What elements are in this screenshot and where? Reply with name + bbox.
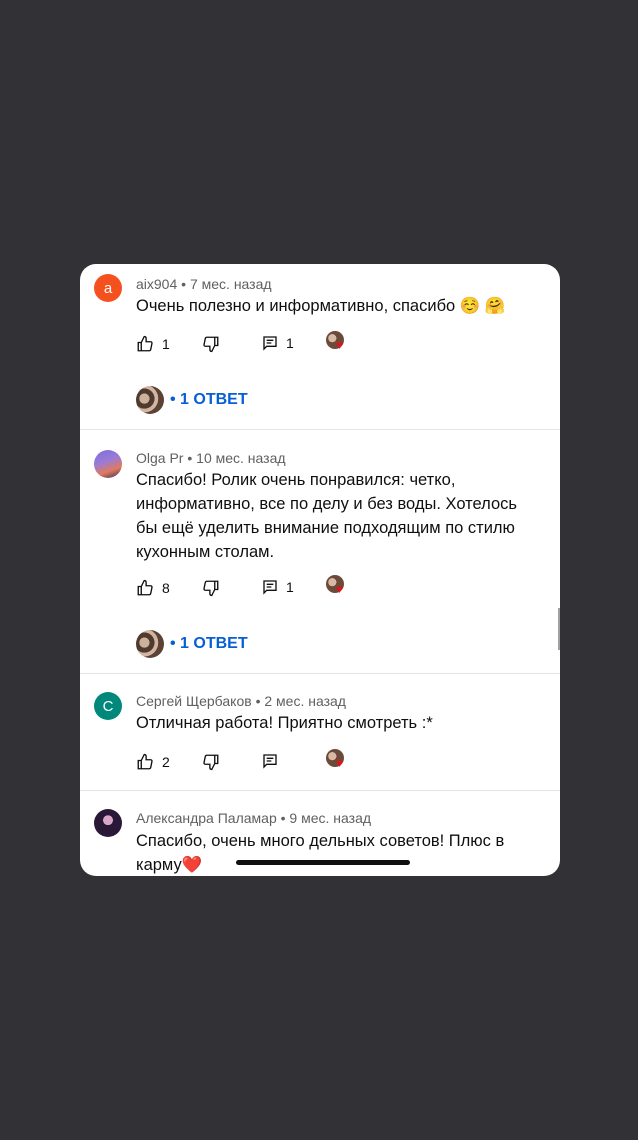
comment-text: Спасибо, очень много дельных советов! Пл… [136, 832, 505, 874]
divider [80, 673, 560, 674]
home-indicator[interactable] [236, 860, 410, 865]
creator-heart-badge: ♥ [326, 575, 348, 597]
thumbs-down-icon [203, 580, 219, 597]
comment-time[interactable]: 10 мес. назад [196, 450, 285, 466]
view-replies-button[interactable]: • 1 ОТВЕТ [136, 630, 248, 658]
like-button[interactable]: 8 [136, 579, 170, 597]
comment-meta: Сергей Щербаков • 2 мес. назад [136, 693, 346, 709]
comment-text: Спасибо! Ролик очень понравился: четко, … [136, 471, 517, 561]
avatar[interactable]: С [94, 692, 122, 720]
comment-text: Отличная работа! Приятно смотреть :* [136, 714, 433, 732]
heart-icon: ♥ [336, 756, 344, 770]
like-count: 1 [162, 336, 170, 352]
scrollbar[interactable] [558, 608, 560, 650]
thumbs-down-icon [203, 754, 219, 771]
view-replies-label: • 1 ОТВЕТ [170, 635, 248, 652]
comment-author[interactable]: Сергей Щербаков [136, 693, 252, 709]
like-count: 8 [162, 580, 170, 596]
avatar[interactable] [94, 450, 122, 478]
creator-heart-badge: ♥ [326, 331, 348, 353]
view-replies-label: • 1 ОТВЕТ [170, 391, 248, 408]
like-count: 2 [162, 754, 170, 770]
view-replies-button[interactable]: • 1 ОТВЕТ [136, 386, 248, 414]
comment-meta: Olga Pr • 10 мес. назад [136, 450, 286, 466]
reply-button[interactable]: 1 [262, 335, 294, 351]
heart-icon: ♥ [336, 582, 344, 596]
avatar[interactable]: a [94, 274, 122, 302]
divider [80, 790, 560, 791]
comment-author[interactable]: Olga Pr [136, 450, 183, 466]
comment-icon [263, 336, 277, 351]
avatar[interactable] [94, 809, 122, 837]
heart-icon: ♥ [336, 338, 344, 352]
comment-time[interactable]: 9 мес. назад [289, 810, 371, 826]
reply-count: 1 [286, 579, 294, 595]
comment-time[interactable]: 2 мес. назад [264, 693, 346, 709]
comment-icon [263, 754, 277, 769]
comment-time[interactable]: 7 мес. назад [190, 276, 272, 292]
comment-actions: 1 1 ♥ [136, 331, 536, 355]
comment-actions: 8 1 ♥ [136, 575, 536, 599]
dislike-button[interactable] [202, 335, 220, 353]
comment-text: Очень полезно и информативно, спасибо ☺️… [136, 297, 506, 315]
thumbs-down-icon [203, 336, 219, 353]
comments-panel: a aix904 • 7 мес. назад Очень полезно и … [80, 264, 560, 876]
comment-meta: Александра Паламар • 9 мес. назад [136, 810, 372, 826]
reply-count: 1 [286, 335, 294, 351]
thumbs-up-icon [137, 579, 153, 596]
creator-heart-badge: ♥ [326, 749, 348, 771]
thumbs-up-icon [137, 753, 153, 770]
like-button[interactable]: 2 [136, 753, 170, 771]
reply-button[interactable]: 1 [262, 579, 294, 595]
comment-author[interactable]: Александра Паламар [136, 810, 277, 826]
dislike-button[interactable] [202, 579, 220, 597]
comment-icon [263, 580, 277, 595]
like-button[interactable]: 1 [136, 335, 170, 353]
thumbs-up-icon [137, 335, 153, 352]
reply-button[interactable] [262, 753, 278, 769]
comment-meta: aix904 • 7 мес. назад [136, 276, 272, 292]
reply-avatar [136, 630, 164, 658]
dislike-button[interactable] [202, 753, 220, 771]
reply-avatar [136, 386, 164, 414]
comment-actions: 2 ♥ [136, 749, 536, 773]
divider [80, 429, 560, 430]
comment-author[interactable]: aix904 [136, 276, 177, 292]
